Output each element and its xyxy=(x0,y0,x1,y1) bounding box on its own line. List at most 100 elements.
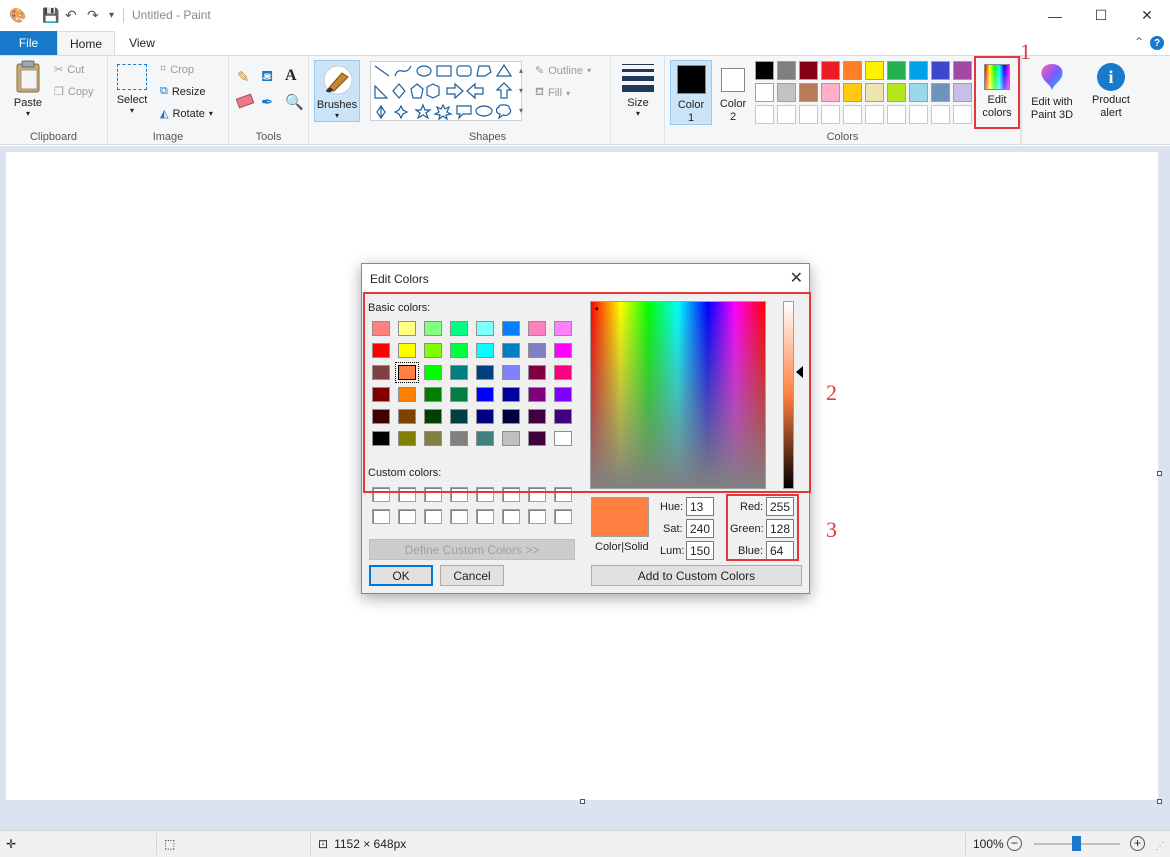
palette-swatch[interactable] xyxy=(865,61,884,80)
zoom-in-button[interactable]: + xyxy=(1130,836,1145,851)
custom-color-swatch[interactable] xyxy=(502,509,520,524)
palette-swatch[interactable] xyxy=(931,83,950,102)
color-preview xyxy=(591,497,649,537)
color1-button[interactable]: Color 1 xyxy=(670,60,712,125)
custom-color-swatch[interactable] xyxy=(554,509,572,524)
tab-file[interactable]: File xyxy=(0,31,57,55)
palette-swatch[interactable] xyxy=(887,61,906,80)
define-custom-colors-button[interactable]: Define Custom Colors >> xyxy=(369,539,575,560)
tab-view[interactable]: View xyxy=(116,31,168,55)
palette-swatch[interactable] xyxy=(909,61,928,80)
palette-swatch-empty[interactable] xyxy=(931,105,950,124)
fill-bucket-icon[interactable]: ⛾ xyxy=(261,68,273,87)
canvas-resize-handle-right[interactable] xyxy=(1157,471,1162,476)
select-button[interactable]: Select ▾ xyxy=(114,64,150,115)
palette-swatch[interactable] xyxy=(799,83,818,102)
zoom-slider-thumb[interactable] xyxy=(1072,836,1081,851)
shapes-gallery-icons[interactable] xyxy=(371,62,521,121)
clipboard-group-label: Clipboard xyxy=(29,131,78,143)
dialog-close-button[interactable]: ✕ xyxy=(790,268,803,288)
palette-swatch[interactable] xyxy=(843,83,862,102)
custom-color-swatch[interactable] xyxy=(372,509,390,524)
palette-swatch[interactable] xyxy=(953,61,972,80)
close-button[interactable]: ✕ xyxy=(1124,0,1170,31)
zoom-value: 100% xyxy=(973,837,1004,851)
palette-swatch-empty[interactable] xyxy=(887,105,906,124)
color-picker-icon[interactable]: ✒ xyxy=(261,93,274,111)
brushes-button[interactable]: Brushes ▾ xyxy=(314,60,360,122)
custom-color-swatch[interactable] xyxy=(476,509,494,524)
redo-icon[interactable]: ↷ xyxy=(87,7,99,24)
brushes-group: Brushes ▾ xyxy=(309,56,365,145)
palette-swatch-empty[interactable] xyxy=(865,105,884,124)
cancel-button[interactable]: Cancel xyxy=(440,565,504,586)
copy-button[interactable]: ❐ Copy xyxy=(54,85,94,99)
eraser-icon[interactable] xyxy=(235,93,255,109)
save-icon[interactable]: 💾 xyxy=(42,7,59,24)
outline-button[interactable]: ✎ Outline ▾ xyxy=(535,64,591,78)
custom-color-swatch[interactable] xyxy=(528,509,546,524)
canvas-size-icon: ⊡ xyxy=(318,837,329,851)
palette-swatch-empty[interactable] xyxy=(953,105,972,124)
palette-swatch[interactable] xyxy=(821,61,840,80)
sat-field[interactable]: 240 xyxy=(686,519,714,538)
palette-swatch-empty[interactable] xyxy=(821,105,840,124)
magnifier-icon[interactable]: 🔍 xyxy=(285,93,304,111)
pencil-icon[interactable]: ✎ xyxy=(237,68,250,86)
palette-swatch-empty[interactable] xyxy=(799,105,818,124)
rotate-dropdown-icon: ▾ xyxy=(208,109,213,118)
undo-icon[interactable]: ↶ xyxy=(65,7,77,24)
palette-swatch[interactable] xyxy=(755,61,774,80)
product-alert-button[interactable]: i Product alert xyxy=(1085,58,1137,128)
crop-button[interactable]: ⌗ Crop xyxy=(160,63,194,76)
collapse-ribbon-icon[interactable]: ⌃ xyxy=(1134,35,1144,49)
cut-button[interactable]: ✂ Cut xyxy=(54,63,84,77)
help-icon[interactable]: ? xyxy=(1150,36,1164,50)
rotate-button[interactable]: ◭ Rotate ▾ xyxy=(160,107,213,121)
palette-swatch[interactable] xyxy=(931,61,950,80)
resize-button[interactable]: ⧉ Resize xyxy=(160,85,205,98)
palette-swatch[interactable] xyxy=(865,83,884,102)
color-solid-label: Color|Solid xyxy=(595,541,649,553)
palette-swatch[interactable] xyxy=(909,83,928,102)
zoom-out-button[interactable]: − xyxy=(1007,836,1022,851)
select-dropdown-icon[interactable]: ▾ xyxy=(114,106,150,115)
lum-field[interactable]: 150 xyxy=(686,541,714,560)
palette-swatch[interactable] xyxy=(755,83,774,102)
shapes-scroll[interactable]: ▴ ▾ ▾ xyxy=(515,61,527,121)
rotate-label: Rotate xyxy=(172,107,205,120)
palette-swatch-empty[interactable] xyxy=(755,105,774,124)
paste-dropdown-icon[interactable]: ▾ xyxy=(8,109,48,118)
size-button[interactable]: Size ▾ xyxy=(619,64,657,118)
maximize-button[interactable]: ☐ xyxy=(1078,0,1124,31)
brushes-dropdown-icon[interactable]: ▾ xyxy=(315,111,359,120)
palette-swatch-empty[interactable] xyxy=(909,105,928,124)
ok-button[interactable]: OK xyxy=(369,565,433,586)
canvas-resize-handle-bottom[interactable] xyxy=(580,799,585,804)
custom-color-swatch[interactable] xyxy=(424,509,442,524)
palette-swatch-empty[interactable] xyxy=(843,105,862,124)
customize-quick-access-icon[interactable]: ▾ xyxy=(109,10,114,21)
palette-swatch[interactable] xyxy=(799,61,818,80)
palette-swatch-empty[interactable] xyxy=(777,105,796,124)
resize-grip-icon[interactable]: ⋰ xyxy=(1155,841,1165,852)
custom-color-swatch[interactable] xyxy=(450,509,468,524)
palette-swatch[interactable] xyxy=(887,83,906,102)
color2-button[interactable]: Color 2 xyxy=(715,60,751,125)
palette-swatch[interactable] xyxy=(777,83,796,102)
dialog-title: Edit Colors xyxy=(370,272,429,286)
canvas-resize-handle-corner[interactable] xyxy=(1157,799,1162,804)
text-icon[interactable]: A xyxy=(285,67,297,85)
palette-swatch[interactable] xyxy=(821,83,840,102)
edit-with-paint3d-button[interactable]: Edit with Paint 3D xyxy=(1025,58,1079,128)
minimize-button[interactable]: — xyxy=(1032,0,1078,31)
palette-swatch[interactable] xyxy=(777,61,796,80)
tab-home[interactable]: Home xyxy=(57,31,115,56)
palette-swatch[interactable] xyxy=(843,61,862,80)
paste-button[interactable]: Paste ▾ xyxy=(8,60,48,118)
palette-swatch[interactable] xyxy=(953,83,972,102)
hue-field[interactable]: 13 xyxy=(686,497,714,516)
fill-button[interactable]: ⛾ Fill ▾ xyxy=(535,86,570,100)
add-to-custom-colors-button[interactable]: Add to Custom Colors xyxy=(591,565,802,586)
custom-color-swatch[interactable] xyxy=(398,509,416,524)
